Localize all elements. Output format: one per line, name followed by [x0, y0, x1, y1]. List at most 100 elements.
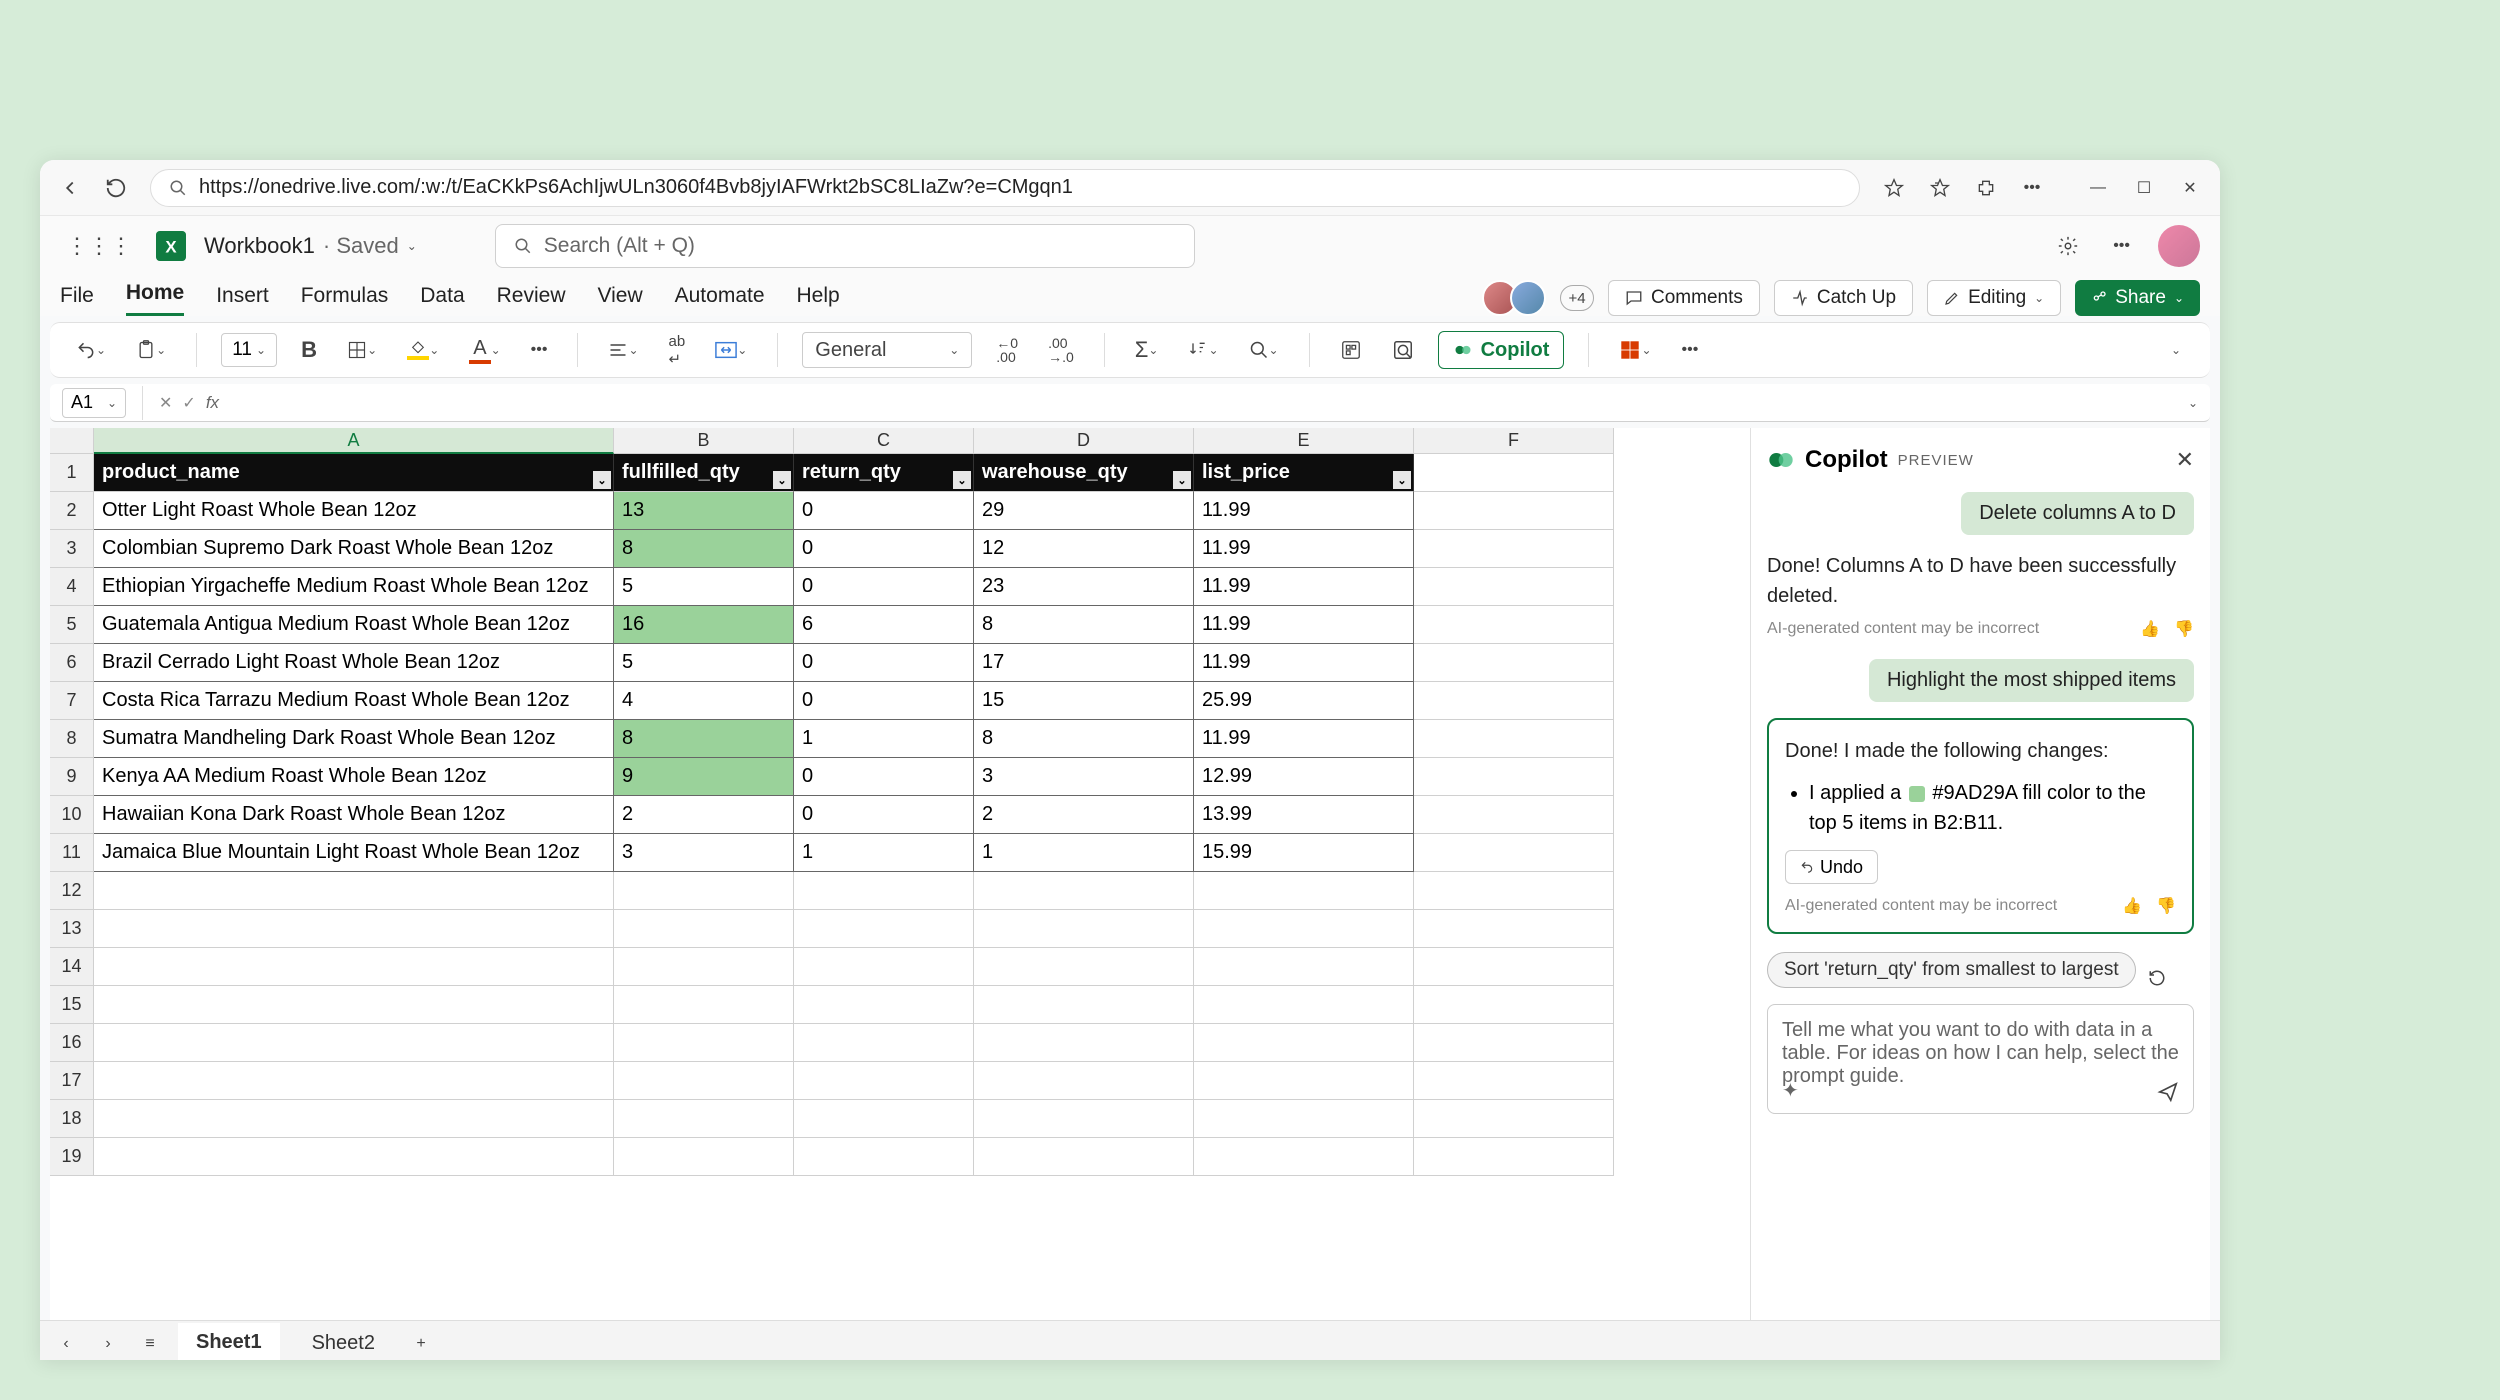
cell[interactable]: [94, 1100, 614, 1138]
cell[interactable]: 0: [794, 530, 974, 568]
cell[interactable]: 6: [794, 606, 974, 644]
column-header[interactable]: A: [94, 428, 614, 454]
tab-help[interactable]: Help: [797, 284, 840, 316]
tab-automate[interactable]: Automate: [675, 284, 765, 316]
cell[interactable]: 12.99: [1194, 758, 1414, 796]
cell[interactable]: [1414, 948, 1614, 986]
cell[interactable]: [1414, 910, 1614, 948]
cell[interactable]: [1414, 530, 1614, 568]
number-format-select[interactable]: General⌄: [802, 332, 972, 368]
sheet-tab[interactable]: Sheet2: [294, 1324, 393, 1360]
cell[interactable]: [974, 1100, 1194, 1138]
cell-reference-input[interactable]: A1⌄: [62, 388, 126, 418]
column-header[interactable]: C: [794, 428, 974, 454]
thumbs-down-icon[interactable]: 👎: [2174, 619, 2194, 639]
cell[interactable]: 8: [974, 606, 1194, 644]
cell[interactable]: 11.99: [1194, 720, 1414, 758]
cell[interactable]: [974, 1062, 1194, 1100]
fill-color-button[interactable]: ⌄: [401, 332, 445, 368]
cell[interactable]: [614, 1138, 794, 1176]
decrease-decimal-button[interactable]: .00→.0: [1042, 332, 1080, 368]
cell[interactable]: [1414, 834, 1614, 872]
collections-icon[interactable]: [1928, 176, 1952, 200]
url-bar[interactable]: https://onedrive.live.com/:w:/t/EaCKkPs6…: [150, 169, 1860, 207]
cell[interactable]: 0: [794, 682, 974, 720]
cell[interactable]: [1194, 872, 1414, 910]
cell[interactable]: [1414, 454, 1614, 492]
row-header[interactable]: 18: [50, 1100, 94, 1138]
thumbs-down-icon[interactable]: 👎: [2156, 896, 2176, 916]
borders-button[interactable]: ⌄: [341, 332, 383, 368]
cell[interactable]: [1414, 682, 1614, 720]
cell[interactable]: [94, 1024, 614, 1062]
all-sheets-button[interactable]: ≡: [136, 1326, 164, 1361]
cell[interactable]: 0: [794, 644, 974, 682]
column-header[interactable]: B: [614, 428, 794, 454]
cell[interactable]: [94, 1062, 614, 1100]
cell[interactable]: [1194, 948, 1414, 986]
tab-review[interactable]: Review: [497, 284, 566, 316]
document-title[interactable]: Workbook1 · Saved ⌄: [204, 233, 417, 259]
cell[interactable]: 11.99: [1194, 492, 1414, 530]
row-header[interactable]: 12: [50, 872, 94, 910]
cell[interactable]: [1414, 720, 1614, 758]
copilot-toolbar-button[interactable]: Copilot: [1438, 331, 1565, 369]
cell[interactable]: 1: [974, 834, 1194, 872]
undo-button[interactable]: ⌄: [70, 332, 112, 368]
row-header[interactable]: 11: [50, 834, 94, 872]
more-font-icon[interactable]: •••: [525, 332, 554, 368]
cell[interactable]: [1414, 872, 1614, 910]
cancel-icon[interactable]: ✕: [159, 393, 172, 413]
undo-button[interactable]: Undo: [1785, 850, 1878, 884]
search-input[interactable]: Search (Alt + Q): [495, 224, 1195, 268]
tab-home[interactable]: Home: [126, 281, 184, 316]
close-window-button[interactable]: ✕: [2178, 176, 2202, 200]
cell[interactable]: [1194, 910, 1414, 948]
cell[interactable]: Sumatra Mandheling Dark Roast Whole Bean…: [94, 720, 614, 758]
cell[interactable]: Kenya AA Medium Roast Whole Bean 12oz: [94, 758, 614, 796]
row-header[interactable]: 9: [50, 758, 94, 796]
cell[interactable]: [614, 1100, 794, 1138]
close-panel-button[interactable]: ✕: [2176, 447, 2194, 473]
font-size-input[interactable]: 11⌄: [221, 333, 277, 367]
cell[interactable]: [1414, 492, 1614, 530]
cell[interactable]: 15.99: [1194, 834, 1414, 872]
cell[interactable]: [1414, 1138, 1614, 1176]
filter-dropdown-icon[interactable]: ⌄: [773, 471, 791, 489]
cell[interactable]: [1414, 1100, 1614, 1138]
cell[interactable]: 12: [974, 530, 1194, 568]
tab-file[interactable]: File: [60, 284, 94, 316]
cell[interactable]: [94, 986, 614, 1024]
sparkle-icon[interactable]: ✦: [1782, 1078, 1799, 1103]
cell[interactable]: [794, 872, 974, 910]
cell[interactable]: [614, 1062, 794, 1100]
cell[interactable]: Costa Rica Tarrazu Medium Roast Whole Be…: [94, 682, 614, 720]
tab-insert[interactable]: Insert: [216, 284, 269, 316]
cell[interactable]: 0: [794, 492, 974, 530]
row-header[interactable]: 7: [50, 682, 94, 720]
cell[interactable]: [614, 872, 794, 910]
cell[interactable]: Colombian Supremo Dark Roast Whole Bean …: [94, 530, 614, 568]
cell[interactable]: [1414, 644, 1614, 682]
autosum-button[interactable]: Σ⌄: [1129, 332, 1165, 368]
cell[interactable]: Brazil Cerrado Light Roast Whole Bean 12…: [94, 644, 614, 682]
table-header-cell[interactable]: fullfilled_qty⌄: [614, 454, 794, 492]
cell[interactable]: [974, 986, 1194, 1024]
cell[interactable]: 3: [974, 758, 1194, 796]
cell[interactable]: 5: [614, 568, 794, 606]
cell[interactable]: 11.99: [1194, 530, 1414, 568]
cell[interactable]: [614, 986, 794, 1024]
fx-icon[interactable]: fx: [206, 393, 219, 413]
cell[interactable]: 11.99: [1194, 568, 1414, 606]
app-launcher-icon[interactable]: ⋮⋮⋮: [60, 228, 138, 264]
cell[interactable]: [1414, 758, 1614, 796]
cell[interactable]: 8: [974, 720, 1194, 758]
wrap-text-button[interactable]: ab↵: [663, 332, 692, 368]
cell[interactable]: [794, 1062, 974, 1100]
toolbar-more-icon[interactable]: •••: [1676, 332, 1705, 368]
catchup-button[interactable]: Catch Up: [1774, 280, 1913, 316]
filter-dropdown-icon[interactable]: ⌄: [1393, 471, 1411, 489]
comments-button[interactable]: Comments: [1608, 280, 1760, 316]
cell[interactable]: [614, 910, 794, 948]
more-icon[interactable]: •••: [2020, 176, 2044, 200]
